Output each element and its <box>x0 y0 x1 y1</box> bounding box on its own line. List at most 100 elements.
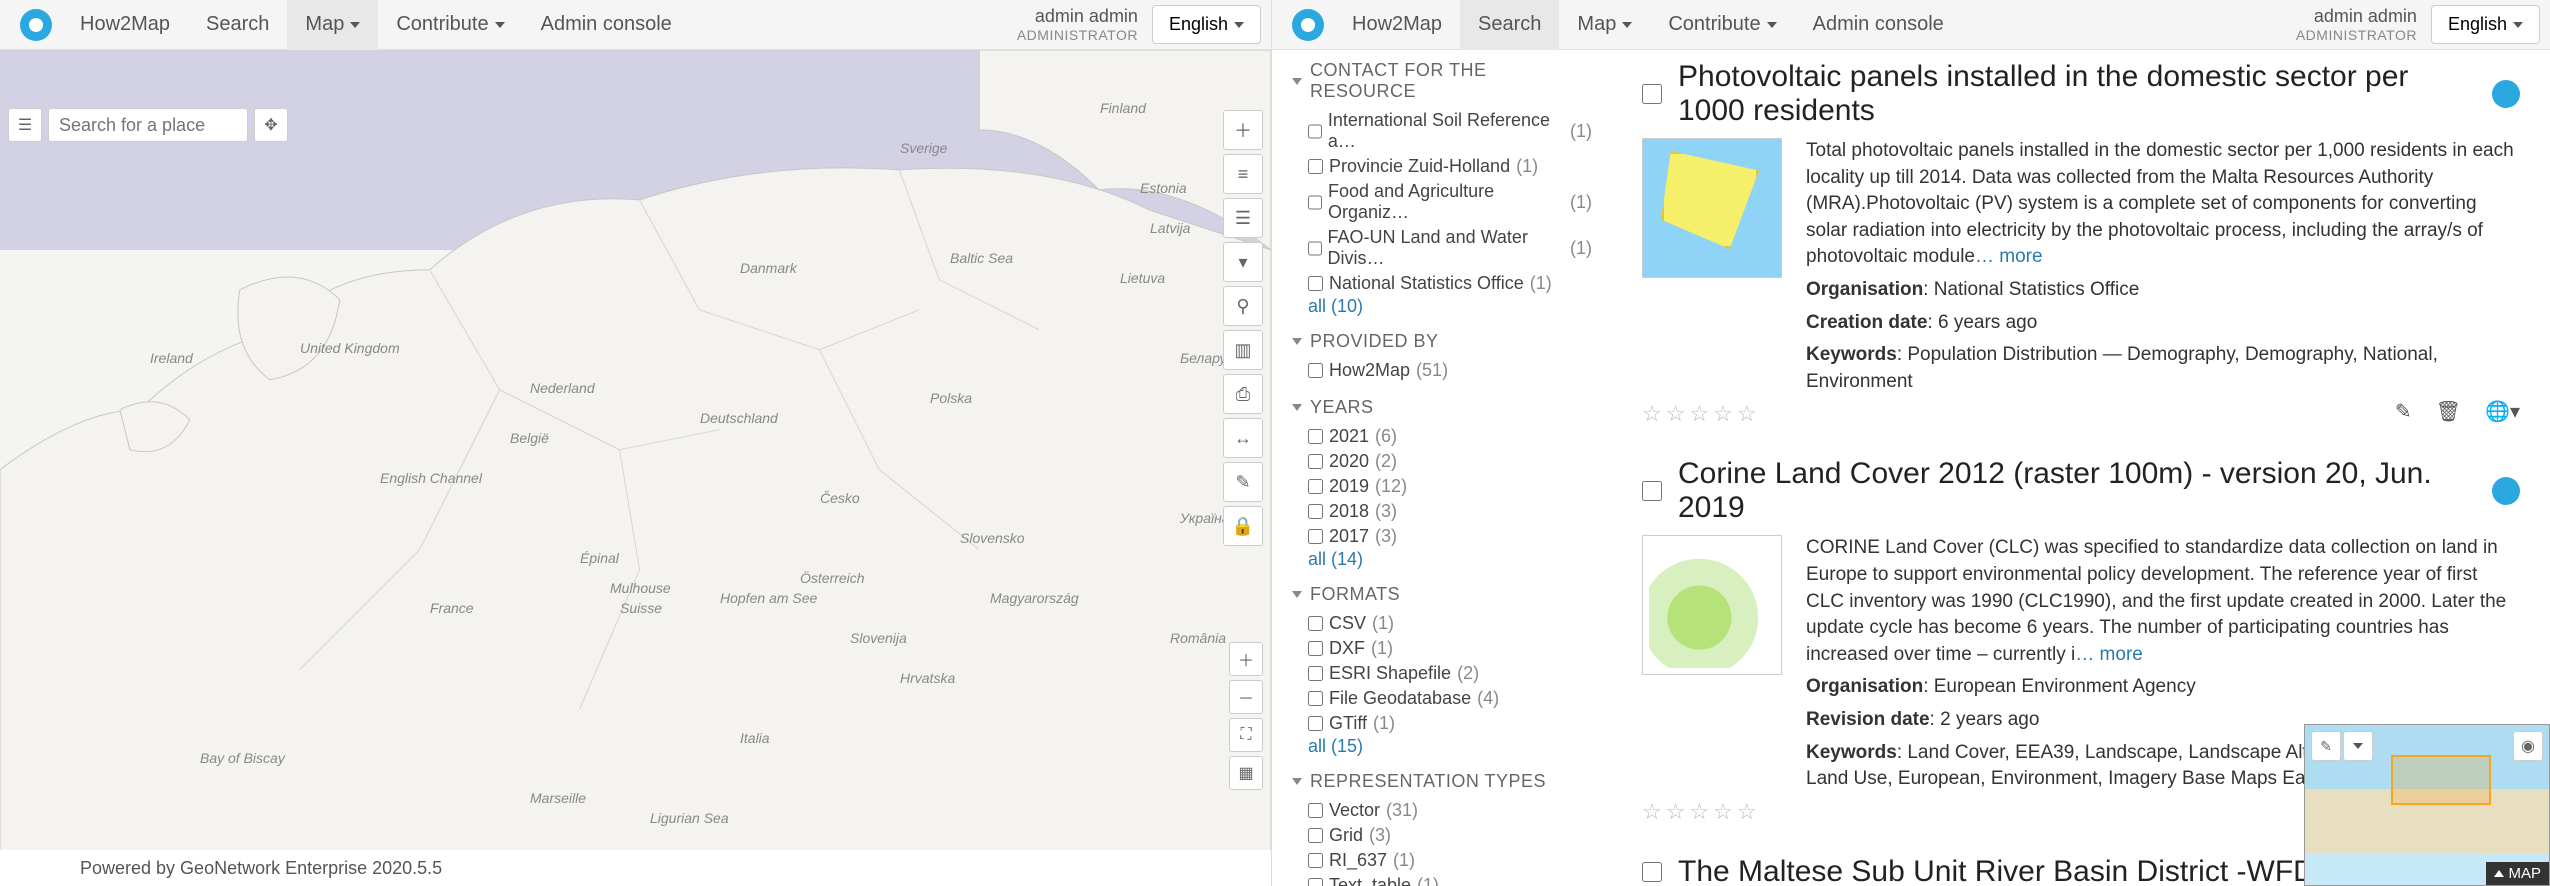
lock-icon[interactable]: 🔒 <box>1223 506 1263 546</box>
facet-item[interactable]: DXF (1) <box>1292 636 1592 661</box>
facet-all-link[interactable]: all (14) <box>1292 549 1592 570</box>
minimap-extent-rect[interactable] <box>2391 755 2491 805</box>
facet-item[interactable]: Vector (31) <box>1292 798 1592 823</box>
more-link[interactable]: … more <box>2075 644 2143 665</box>
filter-icon[interactable]: ▾ <box>1223 242 1263 282</box>
minimap-draw-icon[interactable]: ✎ <box>2311 731 2341 761</box>
facet-item[interactable]: Provincie Zuid-Holland (1) <box>1292 154 1592 179</box>
facet-header[interactable]: YEARS <box>1292 397 1592 418</box>
facet-item[interactable]: 2021 (6) <box>1292 424 1592 449</box>
result-title[interactable]: Photovoltaic panels installed in the dom… <box>1678 60 2476 128</box>
facet-item[interactable]: Food and Agriculture Organiz… (1) <box>1292 179 1592 225</box>
facet-checkbox[interactable] <box>1308 803 1323 818</box>
minimap-expand-button[interactable]: MAP <box>2486 862 2549 885</box>
facet-checkbox[interactable] <box>1308 159 1323 174</box>
edit-icon[interactable]: ✎ <box>2395 399 2412 424</box>
facet-item[interactable]: 2019 (12) <box>1292 474 1592 499</box>
facet-item[interactable]: Text, table (1) <box>1292 873 1592 886</box>
nav-search[interactable]: Search <box>1460 0 1559 50</box>
place-search-input[interactable] <box>48 108 248 142</box>
facet-all-link[interactable]: all (15) <box>1292 736 1592 757</box>
nav-map[interactable]: Map <box>1559 0 1650 50</box>
facet-checkbox[interactable] <box>1308 454 1323 469</box>
facet-all-link[interactable]: all (10) <box>1292 296 1592 317</box>
nav-search[interactable]: Search <box>188 0 287 50</box>
globe-icon[interactable]: 🌐▾ <box>2485 399 2520 424</box>
facet-item[interactable]: File Geodatabase (4) <box>1292 686 1592 711</box>
minimap-globe-icon[interactable]: ◉ <box>2513 731 2543 761</box>
rating-stars[interactable]: ☆☆☆☆☆ <box>1642 401 1761 427</box>
fullscreen-icon[interactable]: ⛶ <box>1229 718 1263 752</box>
nav-brand[interactable]: How2Map <box>62 0 188 50</box>
facet-header[interactable]: CONTACT FOR THE RESOURCE <box>1292 60 1592 102</box>
facet-item[interactable]: RI_637 (1) <box>1292 848 1592 873</box>
nav-map[interactable]: Map <box>287 0 378 50</box>
facet-item[interactable]: FAO-UN Land and Water Divis… (1) <box>1292 225 1592 271</box>
facet-checkbox[interactable] <box>1308 429 1323 444</box>
nav-brand[interactable]: How2Map <box>1334 0 1460 50</box>
facet-checkbox[interactable] <box>1308 195 1322 210</box>
facet-item[interactable]: 2018 (3) <box>1292 499 1592 524</box>
facet-checkbox[interactable] <box>1308 504 1323 519</box>
facet-checkbox[interactable] <box>1308 616 1323 631</box>
draw-icon[interactable]: ✎ <box>1223 462 1263 502</box>
language-button[interactable]: English <box>1152 5 1261 44</box>
nav-admin[interactable]: Admin console <box>1795 0 1962 50</box>
facet-header[interactable]: FORMATS <box>1292 584 1592 605</box>
layer-list-icon[interactable]: ≡ <box>1223 154 1263 194</box>
legend-icon[interactable]: ☰ <box>1223 198 1263 238</box>
result-checkbox[interactable] <box>1642 481 1662 501</box>
facet-checkbox[interactable] <box>1308 276 1323 291</box>
zoom-out-icon[interactable]: － <box>1229 680 1263 714</box>
user-block[interactable]: admin admin ADMINISTRATOR <box>2296 6 2417 43</box>
facet-checkbox[interactable] <box>1308 479 1323 494</box>
facet-item[interactable]: Grid (3) <box>1292 823 1592 848</box>
facet-checkbox[interactable] <box>1308 363 1323 378</box>
delete-icon[interactable]: 🗑 <box>2436 399 2461 424</box>
rating-stars[interactable]: ☆☆☆☆☆ <box>1642 799 1761 825</box>
add-layer-icon[interactable]: ＋ <box>1223 110 1263 150</box>
basemap-icon[interactable]: ▥ <box>1223 330 1263 370</box>
facet-header[interactable]: PROVIDED BY <box>1292 331 1592 352</box>
more-link[interactable]: … more <box>1975 246 2043 267</box>
facet-header[interactable]: REPRESENTATION TYPES <box>1292 771 1592 792</box>
user-block[interactable]: admin admin ADMINISTRATOR <box>1017 6 1138 43</box>
facet-checkbox[interactable] <box>1308 666 1323 681</box>
facet-checkbox[interactable] <box>1308 878 1323 886</box>
facet-checkbox[interactable] <box>1308 853 1323 868</box>
share-icon[interactable]: ⚲ <box>1223 286 1263 326</box>
grid-icon[interactable]: ▦ <box>1229 756 1263 790</box>
nav-contribute[interactable]: Contribute <box>1650 0 1794 50</box>
facet-checkbox[interactable] <box>1308 241 1322 256</box>
facet-item[interactable]: International Soil Reference a… (1) <box>1292 108 1592 154</box>
facet-checkbox[interactable] <box>1308 124 1322 139</box>
print-icon[interactable]: ⎙ <box>1223 374 1263 414</box>
brand-logo-icon[interactable] <box>1292 9 1324 41</box>
facet-checkbox[interactable] <box>1308 529 1323 544</box>
brand-logo-icon[interactable] <box>20 9 52 41</box>
facet-item[interactable]: National Statistics Office (1) <box>1292 271 1592 296</box>
facet-checkbox[interactable] <box>1308 716 1323 731</box>
layers-icon[interactable]: ☰ <box>8 108 42 142</box>
facet-checkbox[interactable] <box>1308 641 1323 656</box>
result-title[interactable]: Corine Land Cover 2012 (raster 100m) - v… <box>1678 457 2476 525</box>
facet-item[interactable]: CSV (1) <box>1292 611 1592 636</box>
facet-checkbox[interactable] <box>1308 828 1323 843</box>
map-canvas[interactable]: ☰ ✥ ＋ ≡ ☰ ▾ ⚲ ▥ ⎙ ↔ ✎ 🔒 ＋ － ⛶ ▦ <box>0 50 1271 850</box>
locate-icon[interactable]: ✥ <box>254 108 288 142</box>
result-checkbox[interactable] <box>1642 84 1662 104</box>
nav-contribute[interactable]: Contribute <box>378 0 522 50</box>
facet-item[interactable]: ESRI Shapefile (2) <box>1292 661 1592 686</box>
facet-item[interactable]: GTiff (1) <box>1292 711 1592 736</box>
zoom-in-icon[interactable]: ＋ <box>1229 642 1263 676</box>
facet-checkbox[interactable] <box>1308 691 1323 706</box>
facet-item[interactable]: 2017 (3) <box>1292 524 1592 549</box>
measure-icon[interactable]: ↔ <box>1223 418 1263 458</box>
facet-item[interactable]: 2020 (2) <box>1292 449 1592 474</box>
facet-item[interactable]: How2Map (51) <box>1292 358 1592 383</box>
result-checkbox[interactable] <box>1642 862 1662 882</box>
language-button[interactable]: English <box>2431 5 2540 44</box>
minimap[interactable]: ✎ ◉ MAP <box>2304 724 2550 886</box>
nav-admin[interactable]: Admin console <box>523 0 690 50</box>
minimap-caret-icon[interactable] <box>2343 731 2373 761</box>
